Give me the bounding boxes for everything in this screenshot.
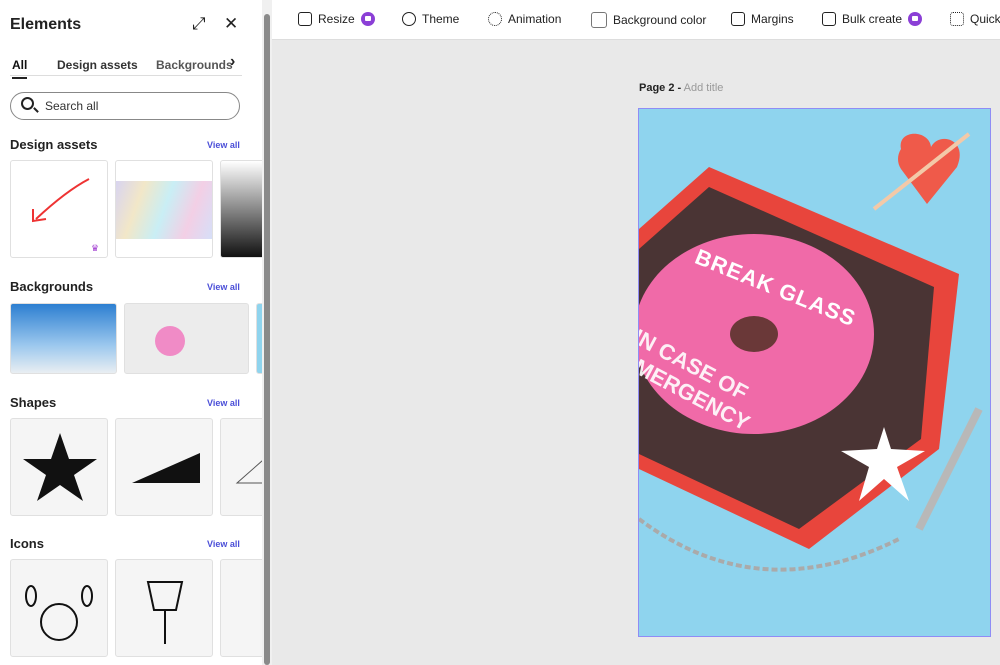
svg-text:♛: ♛: [91, 243, 99, 253]
canvas-page[interactable]: BREAK GLASS IN CASE OF EMERGENCY: [638, 108, 991, 637]
elements-panel: Elements ⤢ ✕ All Design assets Backgroun…: [0, 0, 262, 665]
view-all-link[interactable]: View all: [207, 140, 240, 150]
bulk-create-label: Bulk create: [842, 12, 903, 26]
bulk-create-button[interactable]: Bulk create: [822, 12, 923, 26]
view-all-link[interactable]: View all: [207, 282, 240, 292]
quick-actions-label: Quick: [970, 12, 1000, 26]
asset-holographic[interactable]: [115, 160, 213, 258]
premium-crown-icon: [360, 12, 375, 26]
section-title: Shapes: [10, 395, 57, 410]
background-tanks[interactable]: [10, 303, 117, 374]
tab-bar: All Design assets Backgrounds ›: [10, 53, 242, 79]
toolbar: Resize Theme Animation Background color …: [272, 0, 1000, 40]
palette-icon: [402, 12, 416, 26]
bowling-icon[interactable]: [10, 559, 108, 657]
background-speech[interactable]: [124, 303, 249, 374]
resize-label: Resize: [318, 12, 355, 26]
animation-icon: [488, 12, 502, 26]
margins-icon: [731, 12, 745, 26]
asset-arrow[interactable]: ♛: [10, 160, 108, 258]
tab-backgrounds[interactable]: Backgrounds: [156, 58, 233, 72]
section-title: Design assets: [10, 137, 98, 152]
shape-star[interactable]: [10, 418, 108, 516]
panel-title: Elements: [10, 16, 82, 33]
expand-icon[interactable]: ⤢: [192, 14, 206, 34]
search-input[interactable]: Search all: [10, 92, 240, 120]
panel-scrollbar[interactable]: [262, 0, 272, 665]
theme-label: Theme: [422, 12, 460, 26]
tab-design-assets[interactable]: Design assets: [57, 58, 138, 72]
shape-right-triangle[interactable]: [115, 418, 213, 516]
page-label: Page 2 - Add title: [639, 82, 723, 94]
shape-triangle-outline[interactable]: [220, 418, 262, 516]
tab-all[interactable]: All: [12, 58, 28, 79]
disc-golf-icon[interactable]: [115, 559, 213, 657]
chevron-right-icon[interactable]: ›: [230, 53, 235, 71]
section-title: Backgrounds: [10, 279, 94, 294]
asset-gradient[interactable]: [220, 160, 262, 258]
quick-actions-icon: [950, 12, 964, 26]
resize-button[interactable]: Resize: [298, 12, 375, 26]
background-color-label: Background color: [613, 13, 707, 27]
margins-button[interactable]: Margins: [731, 12, 794, 26]
view-all-link[interactable]: View all: [207, 398, 240, 408]
color-swatch-icon: [591, 12, 607, 28]
section-title: Icons: [10, 536, 44, 551]
resize-icon: [298, 12, 312, 26]
page-number: Page 2 -: [639, 82, 682, 94]
search-icon: [21, 97, 34, 110]
add-title-input[interactable]: Add title: [684, 82, 724, 94]
animation-button[interactable]: Animation: [488, 12, 561, 26]
close-icon[interactable]: ✕: [224, 14, 238, 34]
scrollbar-thumb[interactable]: [264, 14, 270, 665]
margins-label: Margins: [751, 12, 794, 26]
premium-crown-icon: [908, 12, 923, 26]
bulk-create-icon: [822, 12, 836, 26]
quick-actions-button[interactable]: Quick: [950, 12, 1000, 26]
view-all-link[interactable]: View all: [207, 539, 240, 549]
theme-button[interactable]: Theme: [402, 12, 459, 26]
background-color-button[interactable]: Background color: [591, 12, 706, 28]
search-placeholder: Search all: [45, 99, 99, 113]
animation-label: Animation: [508, 12, 562, 26]
icon-partial[interactable]: [220, 559, 262, 657]
